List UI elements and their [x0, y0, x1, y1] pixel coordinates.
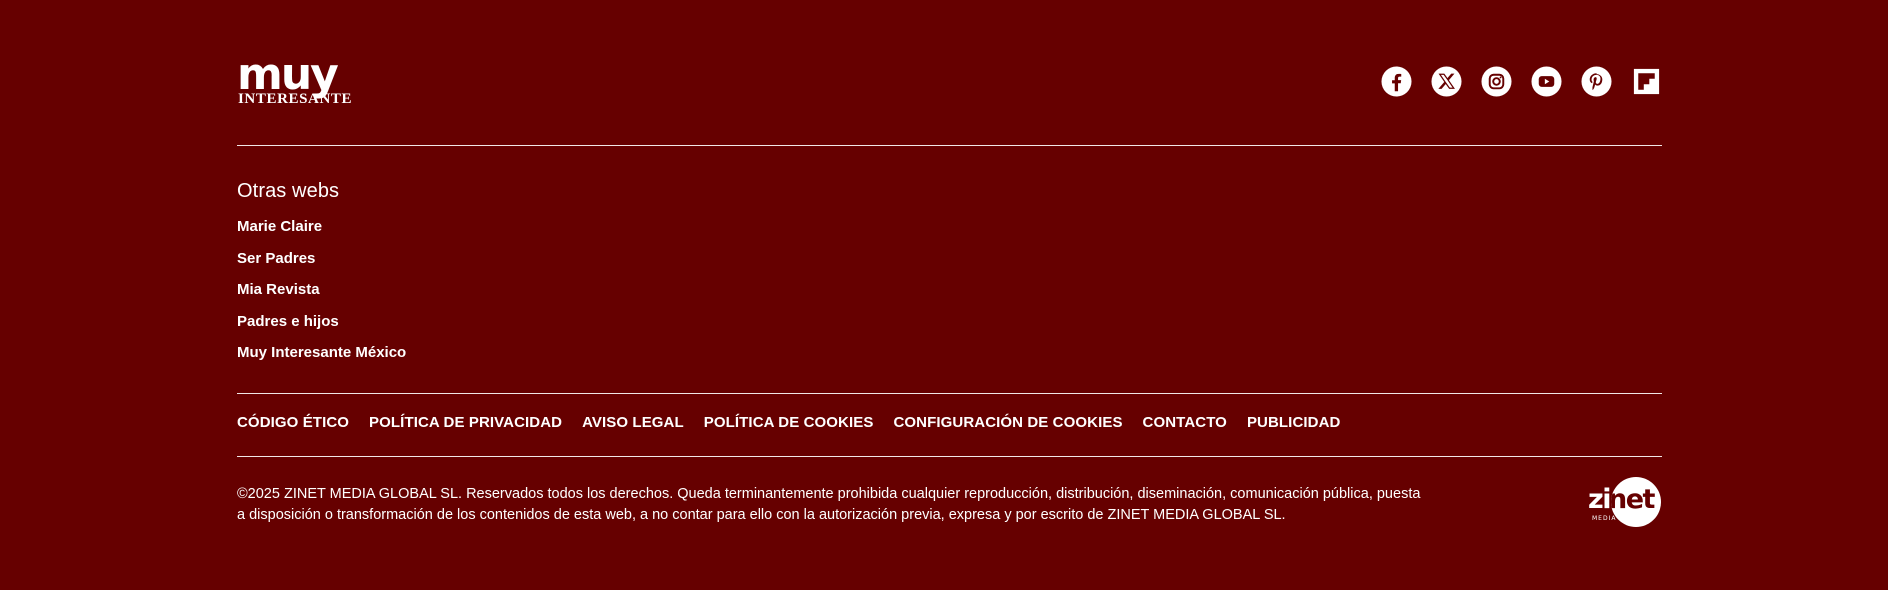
link-politica-cookies[interactable]: POLÍTICA DE COOKIES [704, 414, 874, 431]
list-item: Marie Claire [237, 217, 406, 249]
zinet-subtitle: MEDIA GROUP [1592, 515, 1646, 522]
x-icon[interactable] [1431, 66, 1462, 97]
legal-links: CÓDIGO ÉTICO POLÍTICA DE PRIVACIDAD AVIS… [237, 414, 1340, 432]
divider [237, 145, 1662, 146]
otras-webs-list: Marie Claire Ser Padres Mia Revista Padr… [237, 217, 406, 375]
link-contacto[interactable]: CONTACTO [1143, 414, 1227, 431]
flipboard-icon[interactable] [1631, 66, 1662, 97]
link-aviso-legal[interactable]: AVISO LEGAL [582, 414, 684, 431]
youtube-icon[interactable] [1531, 66, 1562, 97]
otras-webs-title: Otras webs [237, 180, 340, 202]
link-marie-claire[interactable]: Marie Claire [237, 218, 322, 235]
copyright-line-2: a disposición o transformación de los co… [237, 507, 1286, 523]
muy-interesante-logo[interactable]: muy INTERESANTE [237, 56, 457, 106]
link-politica-privacidad[interactable]: POLÍTICA DE PRIVACIDAD [369, 414, 562, 431]
link-configuracion-cookies[interactable]: CONFIGURACIÓN DE COOKIES [893, 414, 1122, 431]
logo-word-interesante: INTERESANTE [238, 91, 352, 106]
pinterest-icon[interactable] [1581, 66, 1612, 97]
link-padres-e-hijos[interactable]: Padres e hijos [237, 313, 339, 330]
link-mia-revista[interactable]: Mia Revista [237, 281, 320, 298]
list-item: Ser Padres [237, 249, 406, 281]
divider [237, 456, 1662, 457]
link-publicidad[interactable]: PUBLICIDAD [1247, 414, 1341, 431]
social-links [1381, 66, 1662, 98]
link-muy-interesante-mexico[interactable]: Muy Interesante México [237, 344, 406, 361]
list-item: Muy Interesante México [237, 343, 406, 375]
link-codigo-etico[interactable]: CÓDIGO ÉTICO [237, 414, 349, 431]
link-ser-padres[interactable]: Ser Padres [237, 250, 315, 267]
copyright-line-1: ©2025 ZINET MEDIA GLOBAL SL. Reservados … [237, 486, 1421, 502]
footer: muy INTERESANTE Otras webs Marie Claire … [237, 0, 1662, 590]
zinet-media-logo[interactable]: zinet zinet MEDIA GROUP [1586, 476, 1662, 528]
copyright-text: ©2025 ZINET MEDIA GLOBAL SL. Reservados … [237, 484, 1477, 526]
facebook-icon[interactable] [1381, 66, 1412, 97]
footer-top: muy INTERESANTE [237, 54, 1662, 106]
instagram-icon[interactable] [1481, 66, 1512, 97]
divider [237, 393, 1662, 394]
list-item: Padres e hijos [237, 312, 406, 344]
list-item: Mia Revista [237, 280, 406, 312]
